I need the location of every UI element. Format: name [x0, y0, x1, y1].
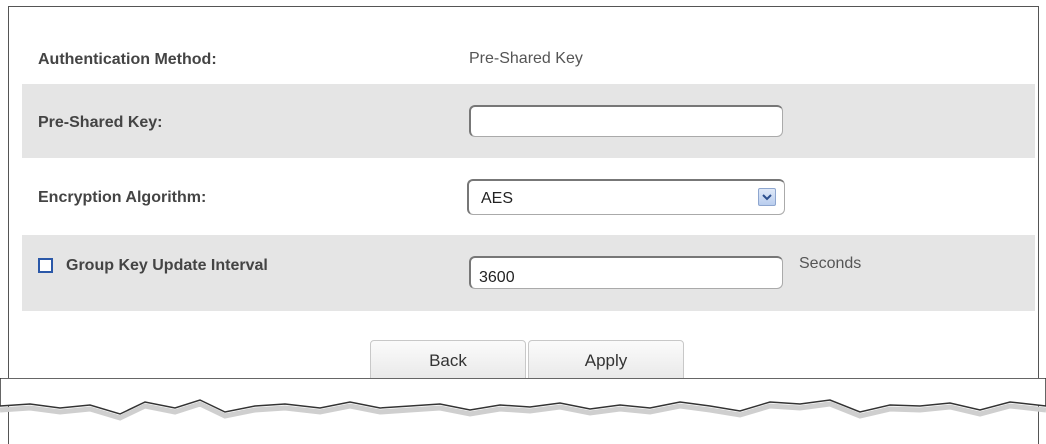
auth-method-label: Authentication Method: [38, 51, 217, 68]
auth-method-row: Authentication Method: Pre-Shared Key [22, 37, 1035, 83]
group-key-checkbox[interactable] [38, 258, 53, 273]
group-key-label: Group Key Update Interval [66, 257, 268, 274]
psk-label: Pre-Shared Key: [38, 114, 163, 131]
group-key-interval-input[interactable] [469, 256, 783, 289]
chevron-down-icon[interactable] [758, 188, 776, 206]
psk-input[interactable] [469, 105, 783, 137]
auth-method-value: Pre-Shared Key [469, 50, 583, 67]
encryption-label: Encryption Algorithm: [38, 189, 207, 206]
encryption-select[interactable]: AES [467, 179, 785, 215]
apply-button[interactable]: Apply [528, 340, 684, 382]
group-key-row: Group Key Update Interval Seconds [22, 235, 1035, 311]
torn-edge-decoration [0, 378, 1046, 421]
psk-row: Pre-Shared Key: [22, 84, 1035, 158]
encryption-row: Encryption Algorithm: AES [22, 158, 1035, 234]
encryption-selected-value: AES [481, 190, 514, 207]
seconds-unit-label: Seconds [799, 255, 862, 272]
back-button[interactable]: Back [370, 340, 526, 382]
